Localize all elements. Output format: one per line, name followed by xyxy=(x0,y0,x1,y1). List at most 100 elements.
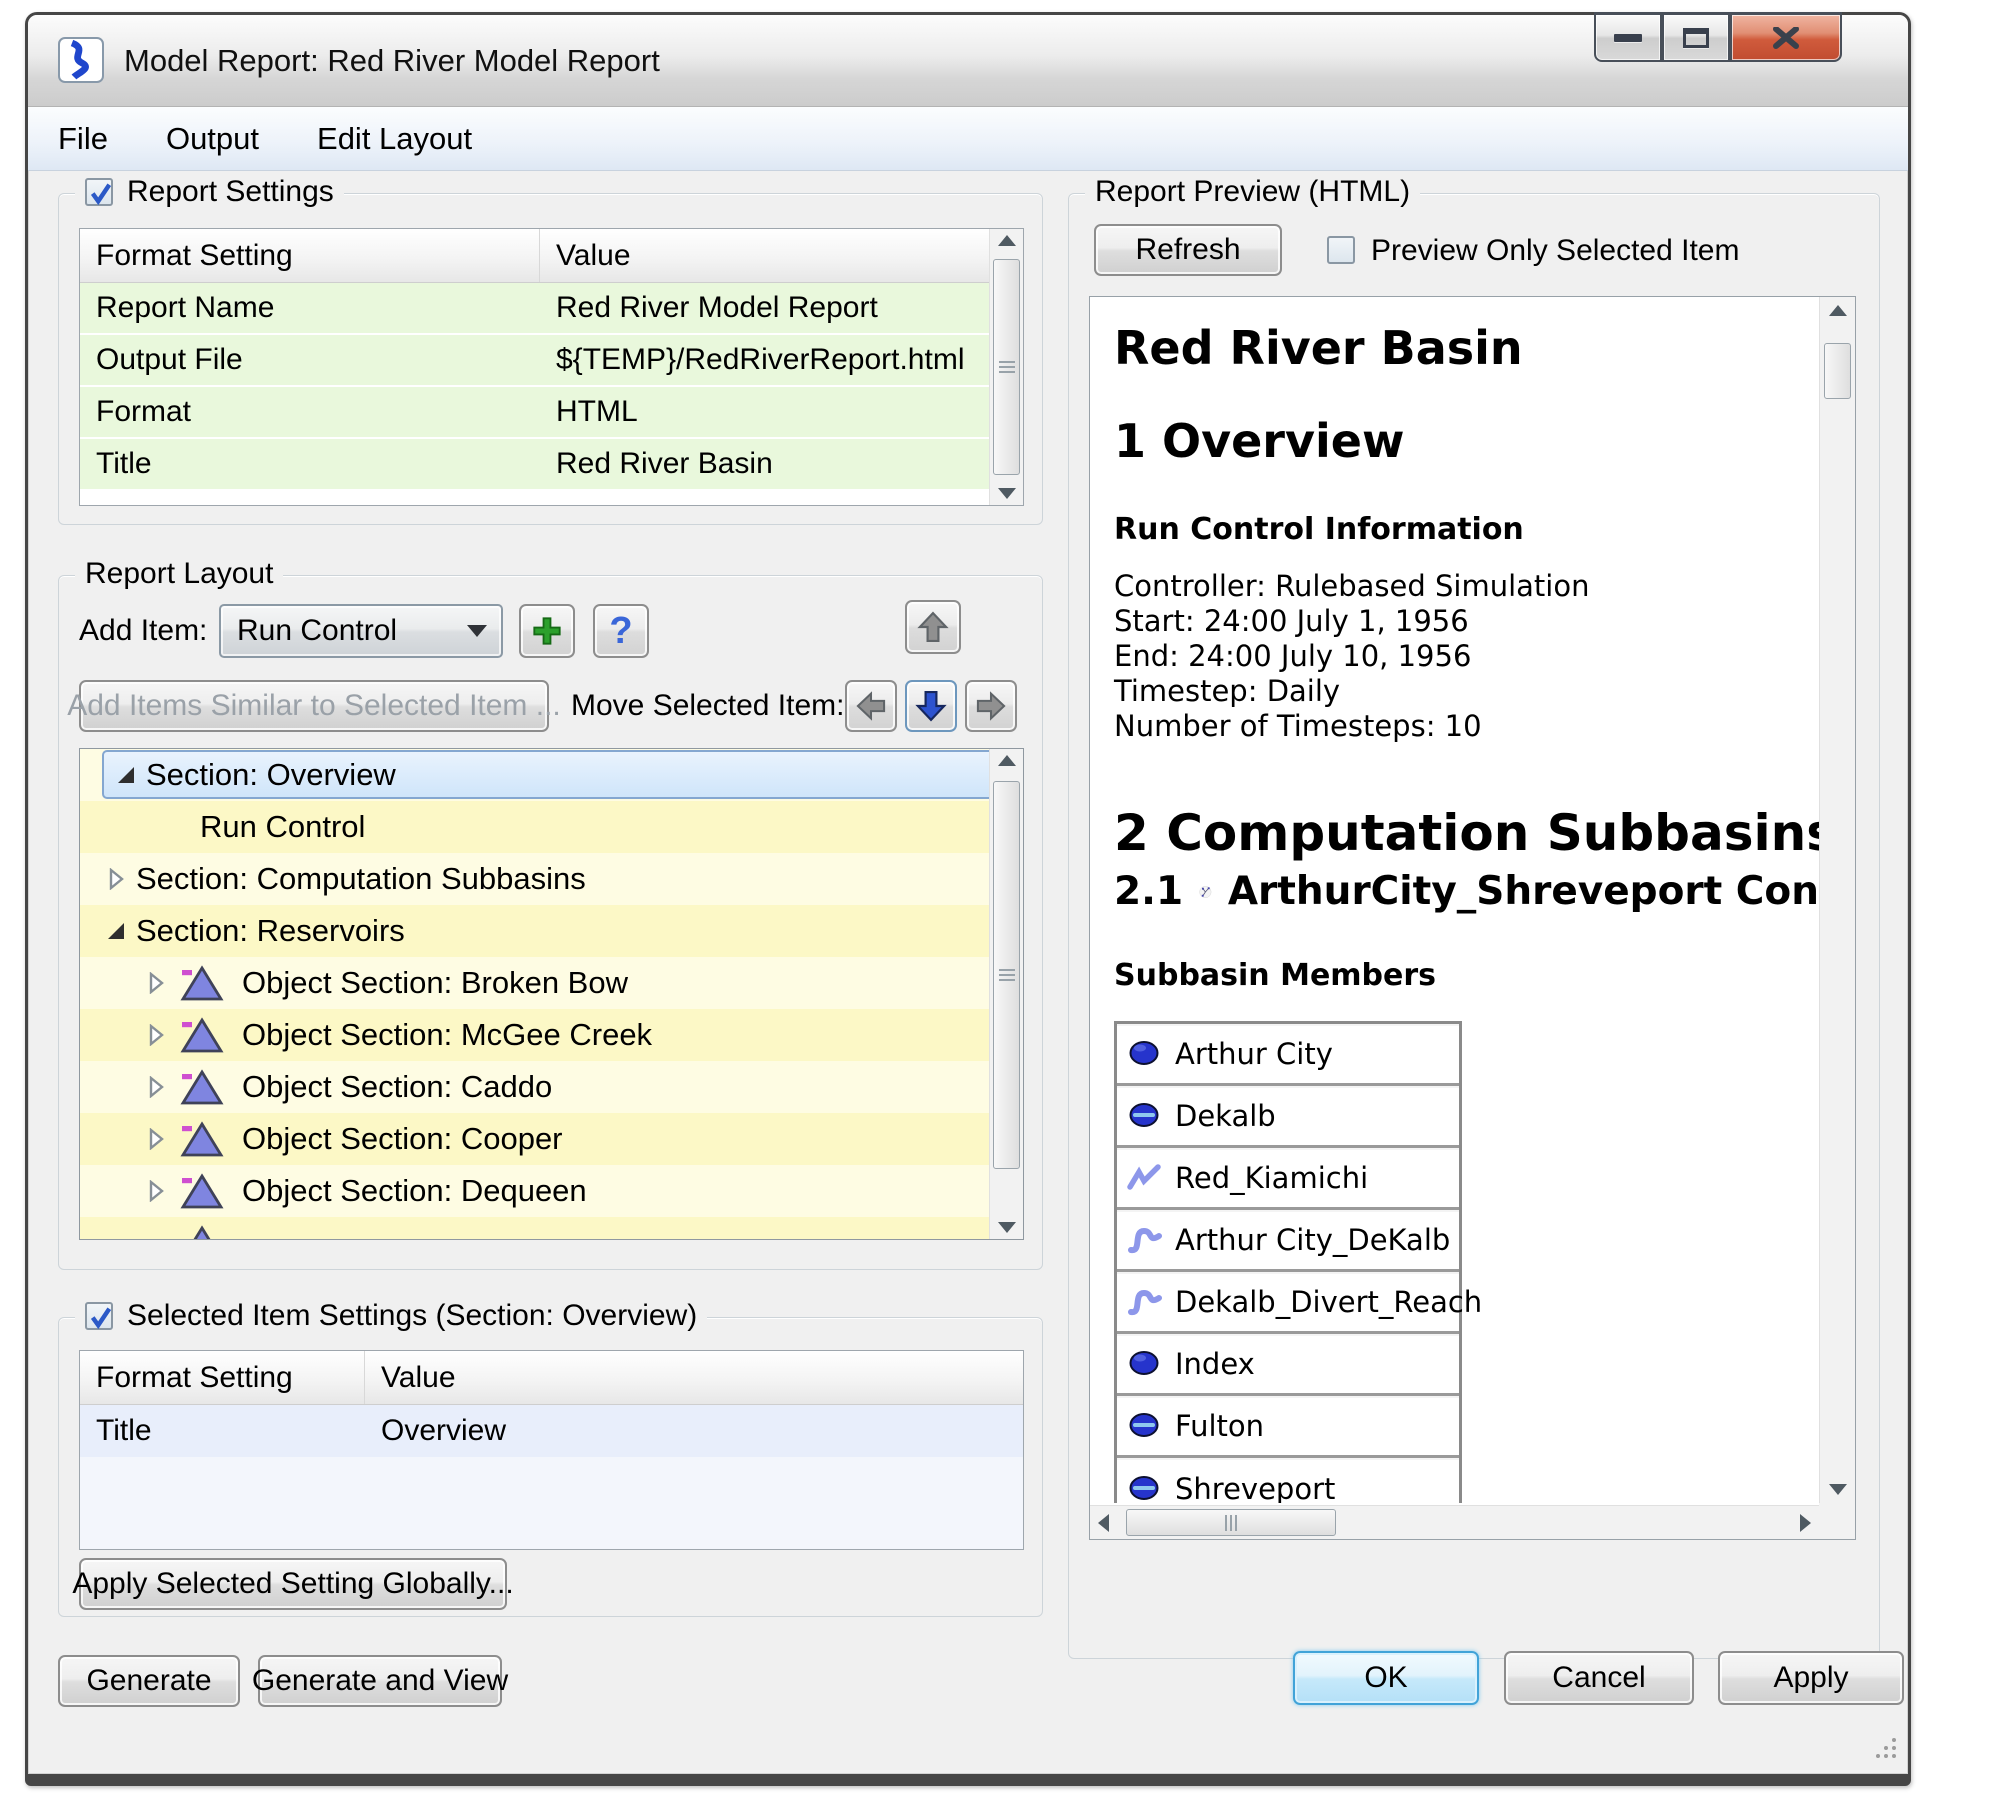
tree-vertical-scrollbar[interactable] xyxy=(989,749,1023,1239)
expander-collapsed-icon[interactable] xyxy=(144,1127,168,1151)
expander-collapsed-icon[interactable] xyxy=(144,971,168,995)
menu-file[interactable]: File xyxy=(58,121,108,157)
window-title: Model Report: Red River Model Report xyxy=(124,43,660,79)
doc-computation-heading: 2 Computation Subbasins xyxy=(1114,806,1819,861)
generate-button[interactable]: Generate xyxy=(58,1655,240,1707)
scroll-up-icon[interactable] xyxy=(990,235,1023,246)
doc-line: Timestep: Daily xyxy=(1114,674,1819,709)
preview-vertical-scrollbar[interactable] xyxy=(1819,297,1855,1503)
tree-item-section-reservoirs[interactable]: Section: Reservoirs xyxy=(80,905,1023,957)
move-right-button[interactable] xyxy=(965,680,1017,732)
expander-collapsed-icon[interactable] xyxy=(144,1023,168,1047)
table-row[interactable]: Format HTML xyxy=(80,387,1023,439)
close-button[interactable] xyxy=(1730,12,1842,62)
arrow-down-icon xyxy=(914,689,948,723)
scroll-right-icon[interactable] xyxy=(1800,1506,1811,1539)
resize-grip[interactable] xyxy=(1872,1734,1898,1760)
member-name: Dekalb_Divert_Reach xyxy=(1175,1285,1482,1319)
arrow-right-icon xyxy=(975,690,1007,722)
apply-setting-globally-button[interactable]: Apply Selected Setting Globally... xyxy=(79,1558,507,1610)
selected-item-settings-header: Selected Item Settings (Section: Overvie… xyxy=(75,1299,707,1333)
tree-item-label: Run Control xyxy=(200,809,365,845)
preview-horizontal-scrollbar[interactable] xyxy=(1090,1505,1819,1539)
thumb-grip xyxy=(1225,1515,1237,1531)
tree-item-dequeen[interactable]: Object Section: Dequeen xyxy=(80,1165,1023,1217)
setting-value: Red River Model Report xyxy=(540,283,1023,333)
col-value[interactable]: Value xyxy=(365,1351,1023,1404)
tree-item-label: Object Section: Broken Bow xyxy=(242,965,628,1001)
add-item-button[interactable] xyxy=(519,604,575,658)
tree-item-section-computation-subbasins[interactable]: Section: Computation Subbasins xyxy=(80,853,1023,905)
help-button[interactable]: ? xyxy=(593,604,649,658)
scroll-down-icon[interactable] xyxy=(990,1222,1023,1233)
tree-item-run-control[interactable]: Run Control xyxy=(80,801,1023,853)
member-row: Fulton xyxy=(1117,1396,1459,1458)
add-similar-items-button[interactable]: Add Items Similar to Selected Item ... xyxy=(79,680,549,732)
maximize-button[interactable] xyxy=(1662,12,1730,62)
member-name: Fulton xyxy=(1175,1409,1264,1443)
table-row[interactable]: Title Overview xyxy=(80,1405,1023,1457)
tree-item-section-overview[interactable]: Section: Overview xyxy=(80,749,1023,801)
scrollbar-thumb[interactable] xyxy=(1126,1509,1336,1536)
member-name: Arthur City_DeKalb xyxy=(1175,1223,1450,1257)
scroll-down-icon[interactable] xyxy=(990,488,1023,499)
scrollbar-thumb[interactable] xyxy=(993,259,1020,475)
report-preview-group: Report Preview (HTML) Refresh Preview On… xyxy=(1068,193,1880,1659)
report-preview-pane[interactable]: Red River Basin 1 Overview Run Control I… xyxy=(1089,296,1856,1540)
col-format-setting[interactable]: Format Setting xyxy=(80,229,540,282)
menu-output[interactable]: Output xyxy=(166,121,259,157)
generate-and-view-button[interactable]: Generate and View xyxy=(258,1655,502,1707)
scroll-up-icon[interactable] xyxy=(1820,305,1855,316)
doc-line: Controller: Rulebased Simulation xyxy=(1114,569,1819,604)
tree-item-partially-scrolled[interactable] xyxy=(80,1217,1023,1239)
move-down-button[interactable] xyxy=(905,680,957,732)
table-empty-area xyxy=(80,1457,1023,1549)
minimize-button[interactable] xyxy=(1594,12,1662,62)
cancel-button[interactable]: Cancel xyxy=(1504,1651,1694,1705)
move-left-button[interactable] xyxy=(845,680,897,732)
setting-value: HTML xyxy=(540,387,1023,437)
col-value[interactable]: Value xyxy=(540,229,1023,282)
table-header[interactable]: Format Setting Value xyxy=(80,229,1023,283)
expander-expanded-icon[interactable] xyxy=(114,763,138,787)
titlebar[interactable]: Model Report: Red River Model Report xyxy=(28,15,1908,107)
table-row[interactable]: Title Red River Basin xyxy=(80,439,1023,491)
expander-collapsed-icon[interactable] xyxy=(144,1075,168,1099)
move-up-button[interactable] xyxy=(905,600,961,654)
tree-item-broken-bow[interactable]: Object Section: Broken Bow xyxy=(80,957,1023,1009)
apply-button[interactable]: Apply xyxy=(1718,1651,1904,1705)
ok-button[interactable]: OK xyxy=(1293,1651,1479,1705)
tree-item-cooper[interactable]: Object Section: Cooper xyxy=(80,1113,1023,1165)
gage-icon xyxy=(1127,1349,1163,1379)
menu-edit-layout[interactable]: Edit Layout xyxy=(317,121,472,157)
preview-only-checkbox[interactable] xyxy=(1327,236,1355,264)
settings-vertical-scrollbar[interactable] xyxy=(989,229,1023,505)
selected-item-settings-group: Selected Item Settings (Section: Overvie… xyxy=(58,1317,1043,1617)
table-row[interactable]: Output File ${TEMP}/RedRiverReport.html xyxy=(80,335,1023,387)
scroll-left-icon[interactable] xyxy=(1098,1506,1109,1539)
report-layout-label: Report Layout xyxy=(75,557,283,591)
expander-collapsed-icon[interactable] xyxy=(144,1179,168,1203)
thumb-grip xyxy=(999,361,1015,373)
table-header[interactable]: Format Setting Value xyxy=(80,1351,1023,1405)
refresh-button[interactable]: Refresh xyxy=(1094,224,1282,276)
close-icon xyxy=(1772,27,1800,49)
setting-value: ${TEMP}/RedRiverReport.html xyxy=(540,335,1023,385)
tree-item-mcgee-creek[interactable]: Object Section: McGee Creek xyxy=(80,1009,1023,1061)
scroll-up-icon[interactable] xyxy=(990,755,1023,766)
tree-item-caddo[interactable]: Object Section: Caddo xyxy=(80,1061,1023,1113)
add-item-combobox[interactable]: Run Control xyxy=(219,604,503,658)
col-format-setting[interactable]: Format Setting xyxy=(80,1351,365,1404)
scroll-down-icon[interactable] xyxy=(1820,1484,1855,1495)
tree-item-label: Object Section: Cooper xyxy=(242,1121,563,1157)
preview-only-label: Preview Only Selected Item xyxy=(1371,234,1739,268)
table-row[interactable]: Report Name Red River Model Report xyxy=(80,283,1023,335)
report-preview-label: Report Preview (HTML) xyxy=(1085,175,1420,209)
member-name: Arthur City xyxy=(1175,1037,1333,1071)
selected-item-settings-checkbox[interactable] xyxy=(85,1302,113,1330)
scrollbar-thumb[interactable] xyxy=(993,781,1020,1169)
report-settings-checkbox[interactable] xyxy=(85,178,113,206)
expander-expanded-icon[interactable] xyxy=(104,919,128,943)
expander-collapsed-icon[interactable] xyxy=(104,867,128,891)
scrollbar-thumb[interactable] xyxy=(1824,343,1851,399)
